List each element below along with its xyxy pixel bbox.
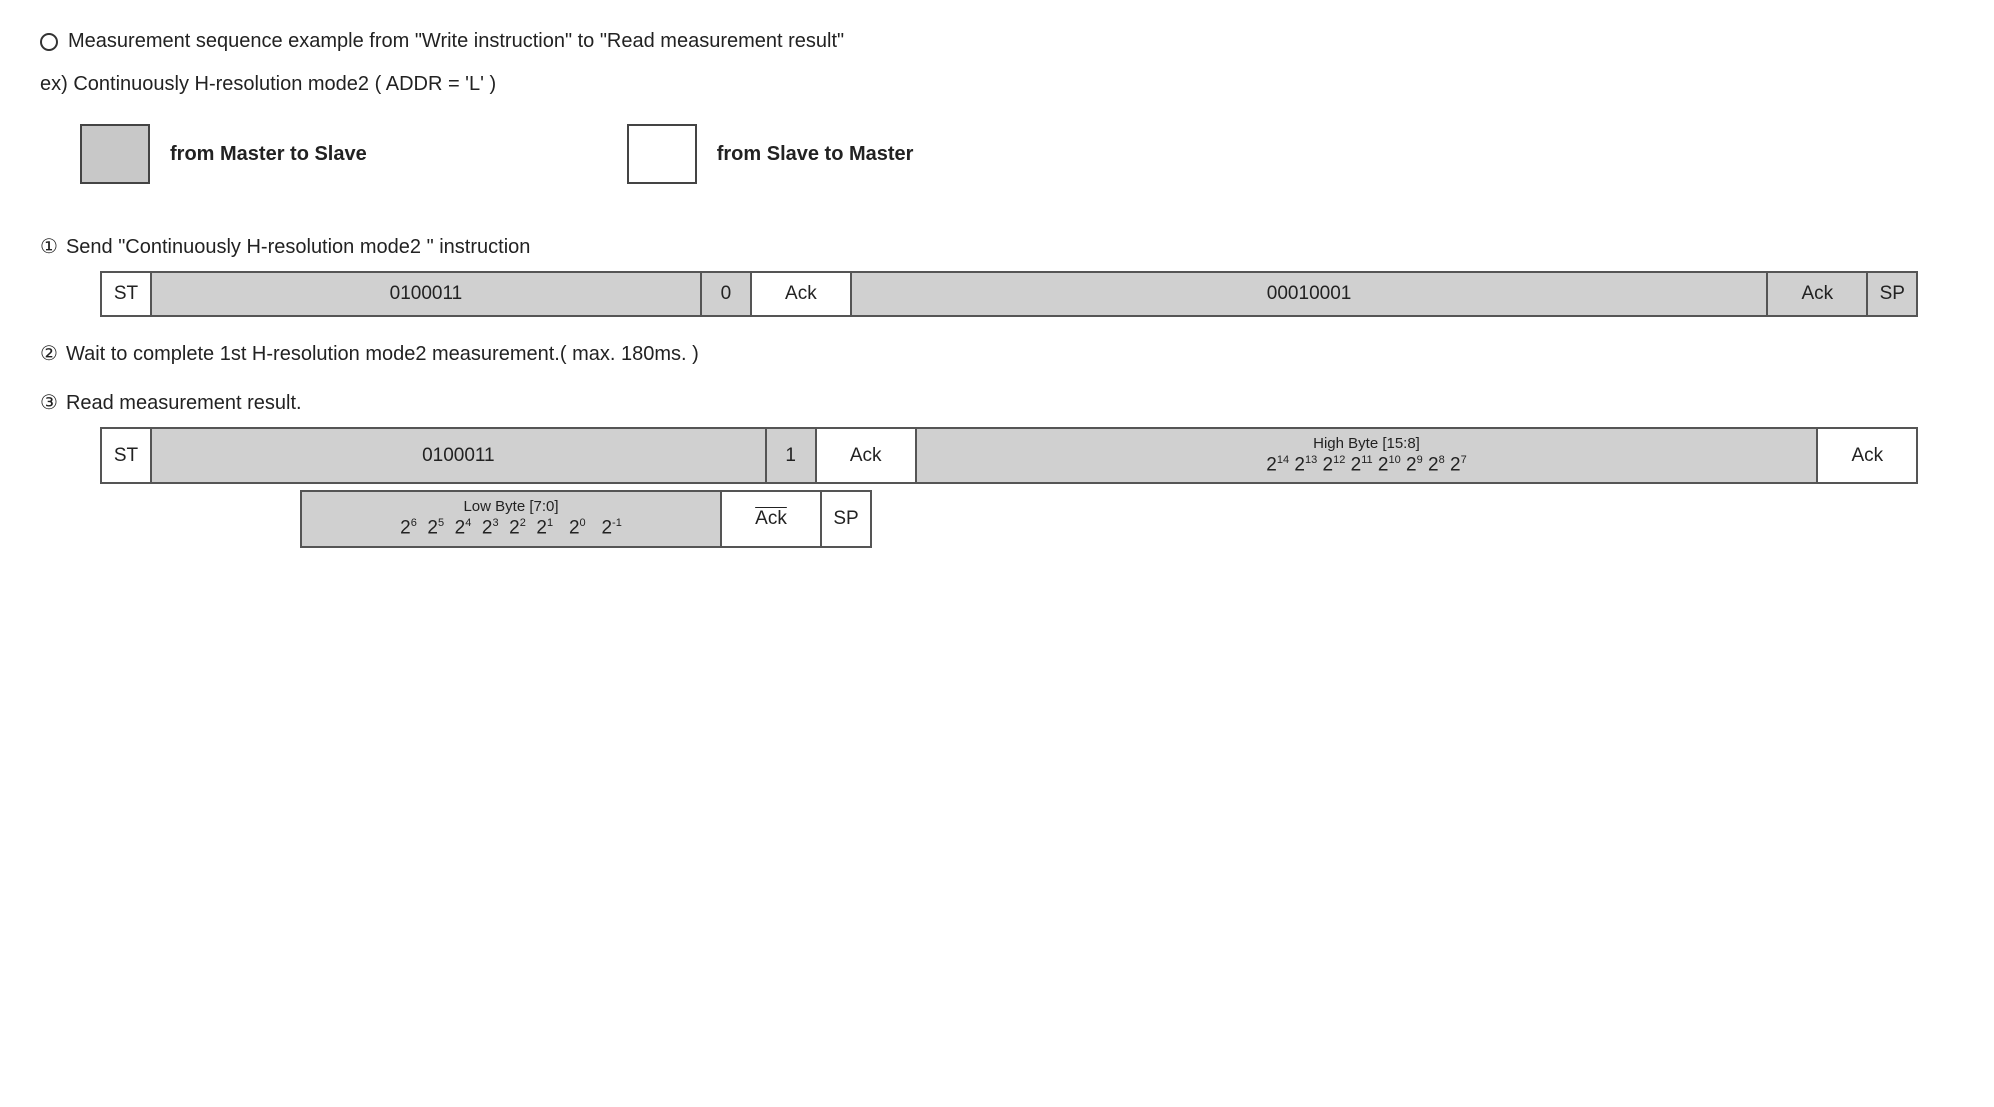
step3-table-row2: Low Byte [7:0] 26 25 24 23 22 21 20 2-1 …: [300, 490, 872, 547]
legend-master-label: from Master to Slave: [170, 143, 367, 166]
cell-st: ST: [101, 272, 151, 316]
cell-lowbyte: Low Byte [7:0] 26 25 24 23 22 21 20 2-1: [301, 491, 721, 546]
step1-section: ① Send "Continuously H-resolution mode2 …: [40, 234, 1954, 317]
cell-ack2: Ack: [1767, 272, 1867, 316]
cell-data: 00010001: [851, 272, 1767, 316]
step3-lowbyte-wrapper: Low Byte [7:0] 26 25 24 23 22 21 20 2-1 …: [300, 490, 1954, 547]
legend-row: from Master to Slave from Slave to Maste…: [80, 124, 1954, 184]
legend-slave-label: from Slave to Master: [717, 143, 914, 166]
step2-section: ② Wait to complete 1st H-resolution mode…: [40, 341, 1954, 366]
legend-master: from Master to Slave: [80, 124, 367, 184]
step1-table: ST 0100011 0 Ack 00010001 Ack SP: [100, 271, 1918, 317]
title-section: Measurement sequence example from "Write…: [40, 30, 1954, 53]
step2-title: ② Wait to complete 1st H-resolution mode…: [40, 341, 1954, 366]
step3-title: ③ Read measurement result.: [40, 390, 1954, 415]
cell-st2: ST: [101, 428, 151, 483]
legend-filled-box: [80, 124, 150, 184]
cell-sp2: SP: [821, 491, 871, 546]
cell-addr2: 0100011: [151, 428, 766, 483]
step2-num: ②: [40, 341, 58, 366]
cell-addr: 0100011: [151, 272, 701, 316]
cell-ack4: Ack: [1817, 428, 1917, 483]
cell-rw2: 1: [766, 428, 816, 483]
step3-num: ③: [40, 390, 58, 415]
cell-nack: Ack: [721, 491, 821, 546]
cell-rw: 0: [701, 272, 751, 316]
title-text: Measurement sequence example from "Write…: [68, 30, 844, 53]
cell-highbyte: High Byte [15:8] 214 213 212 211 210 29 …: [916, 428, 1818, 483]
bullet-circle-icon: [40, 33, 58, 51]
example-line: ex) Continuously H-resolution mode2 ( AD…: [40, 73, 1954, 96]
cell-sp: SP: [1867, 272, 1917, 316]
step2-text: Wait to complete 1st H-resolution mode2 …: [66, 343, 699, 366]
table-row: ST 0100011 1 Ack High Byte [15:8] 214 21…: [101, 428, 1917, 483]
step3-text: Read measurement result.: [66, 392, 302, 415]
step1-text: Send "Continuously H-resolution mode2 " …: [66, 236, 530, 259]
cell-ack3: Ack: [816, 428, 916, 483]
step1-num: ①: [40, 234, 58, 259]
table-row: Low Byte [7:0] 26 25 24 23 22 21 20 2-1 …: [301, 491, 871, 546]
step3-table-row1: ST 0100011 1 Ack High Byte [15:8] 214 21…: [100, 427, 1918, 484]
legend-slave: from Slave to Master: [627, 124, 914, 184]
table-row: ST 0100011 0 Ack 00010001 Ack SP: [101, 272, 1917, 316]
step1-title: ① Send "Continuously H-resolution mode2 …: [40, 234, 1954, 259]
step3-section: ③ Read measurement result. ST 0100011 1 …: [40, 390, 1954, 548]
cell-ack1: Ack: [751, 272, 851, 316]
legend-empty-box: [627, 124, 697, 184]
